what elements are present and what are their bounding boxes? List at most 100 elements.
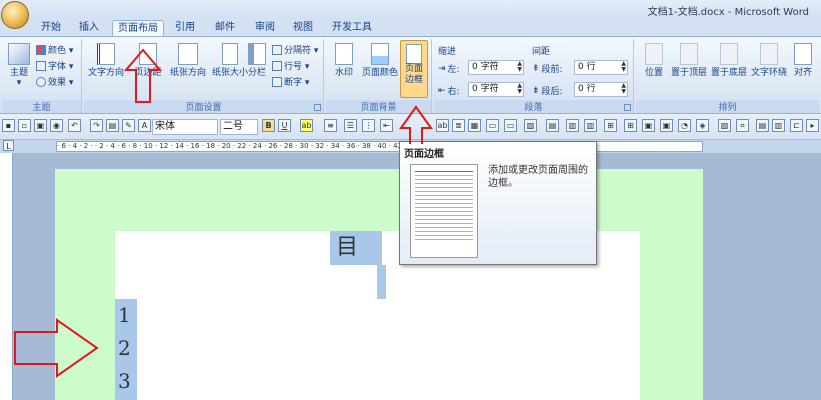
position-button[interactable]: 位置 bbox=[638, 43, 670, 78]
chart-icon[interactable]: ▣ bbox=[660, 119, 673, 132]
list-item: 3 bbox=[118, 369, 131, 393]
borders-icon[interactable]: ▦ bbox=[468, 119, 481, 132]
tab-developer[interactable]: 开发工具 bbox=[326, 20, 378, 36]
bullets-icon[interactable]: ☰ bbox=[344, 119, 357, 132]
align-objects-icon[interactable]: ⊏ bbox=[790, 119, 803, 132]
insert-table-icon[interactable]: ▭ bbox=[504, 119, 517, 132]
group-page-background: 水印 页面颜色 页面边框 页面背景 bbox=[326, 39, 432, 113]
group-label-arrange: 排列 bbox=[636, 100, 819, 113]
font-name-combo[interactable]: 宋体 bbox=[152, 119, 218, 135]
undo-icon[interactable]: ↶ bbox=[68, 119, 81, 132]
open-icon[interactable]: ▫ bbox=[18, 119, 31, 132]
orientation-button[interactable]: 纸张方向 bbox=[168, 43, 208, 78]
character-spacing-icon[interactable]: ≡ bbox=[324, 119, 337, 132]
spacing-after-input[interactable]: 0 行 ▲ ▼ bbox=[574, 82, 628, 97]
vertical-ruler[interactable] bbox=[0, 153, 13, 400]
shape-icon[interactable]: ◔ bbox=[678, 119, 691, 132]
office-button[interactable] bbox=[1, 1, 29, 29]
more-tools-icon[interactable]: ▸ bbox=[806, 119, 819, 132]
align-button[interactable]: 对齐 bbox=[790, 43, 816, 78]
table-icon[interactable]: ▭ bbox=[486, 119, 499, 132]
line-style-icon[interactable]: ▥ bbox=[772, 119, 785, 132]
text-wrapping-button[interactable]: 文字环绕 bbox=[750, 43, 788, 78]
page-borders-tooltip: 页面边框 添加或更改页面周围的边框。 bbox=[399, 141, 597, 265]
indent-right-input[interactable]: 0 字符 ▲ ▼ bbox=[468, 82, 524, 97]
tab-review[interactable]: 审阅 bbox=[248, 20, 282, 36]
position-icon bbox=[645, 43, 663, 65]
text-direction-button[interactable]: 文字方向 bbox=[86, 43, 126, 78]
page-color-button[interactable]: 页面颜色 bbox=[360, 43, 400, 78]
format-painter-icon[interactable]: ✎ bbox=[122, 119, 135, 132]
font-size-combo[interactable]: 二号 bbox=[220, 119, 258, 135]
tab-mailings[interactable]: 邮件 bbox=[208, 20, 242, 36]
page-borders-button[interactable]: 页面边框 bbox=[400, 40, 428, 98]
bold-button[interactable]: B bbox=[262, 119, 275, 132]
insert-row-icon[interactable]: ⊞ bbox=[624, 119, 637, 132]
text-direction-icon bbox=[97, 43, 115, 65]
tab-view[interactable]: 视图 bbox=[286, 20, 320, 36]
fill-color-icon[interactable]: ◈ bbox=[696, 119, 709, 132]
themes-button[interactable]: 主题 ▾ bbox=[4, 43, 34, 88]
theme-fonts-button[interactable]: 字体 ▾ bbox=[36, 59, 73, 72]
save-icon[interactable]: ▪ bbox=[2, 119, 15, 132]
underline-button[interactable]: U bbox=[278, 119, 291, 132]
indent-left-input[interactable]: 0 字符 ▲ ▼ bbox=[468, 60, 524, 75]
print-icon[interactable]: ▣ bbox=[34, 119, 47, 132]
horizontal-ruler[interactable]: · 6 · 4 · 2 · · 2 · 4 · 6 · 8 · 10 · 12 … bbox=[56, 141, 703, 152]
paste-icon[interactable]: ▤ bbox=[106, 119, 119, 132]
spinner-icon[interactable]: ▲ ▼ bbox=[517, 83, 522, 95]
print-preview-icon[interactable]: ◉ bbox=[50, 119, 63, 132]
spinner-icon[interactable]: ▲ ▼ bbox=[517, 61, 522, 73]
breaks-button[interactable]: 分隔符 ▾ bbox=[272, 43, 318, 56]
merge-cells-icon[interactable]: ▥ bbox=[566, 119, 579, 132]
numbering-icon[interactable]: ⋮ bbox=[362, 119, 375, 132]
picture-icon[interactable]: ▣ bbox=[642, 119, 655, 132]
indent-right-label: ⇤ 右: bbox=[438, 85, 460, 98]
spinner-icon[interactable]: ▲ ▼ bbox=[621, 83, 626, 95]
spacing-before-icon: ⇞ bbox=[532, 63, 540, 74]
selected-title-text[interactable]: 目 bbox=[330, 231, 382, 265]
selected-number-list[interactable]: 1 2 3 bbox=[115, 299, 137, 400]
theme-colors-button[interactable]: 颜色 ▾ bbox=[36, 43, 73, 56]
decrease-indent-icon[interactable]: ⇤ bbox=[380, 119, 393, 132]
selection-highlight bbox=[377, 265, 386, 299]
spacing-header: 间距 bbox=[532, 47, 551, 57]
image-icon[interactable]: ▨ bbox=[718, 119, 731, 132]
group-arrange: 位置 置于顶层 置于底层 文字环绕 对齐 排列 bbox=[636, 39, 819, 113]
bring-to-front-button[interactable]: 置于顶层 bbox=[670, 43, 708, 78]
theme-effects-button[interactable]: 效果 ▾ bbox=[36, 75, 73, 88]
chevron-down-icon: ▾ bbox=[16, 78, 22, 88]
paper-size-icon bbox=[222, 43, 238, 65]
tab-references[interactable]: 引用 bbox=[168, 20, 202, 36]
list-item: 1 bbox=[118, 303, 131, 327]
find-icon[interactable]: ab bbox=[436, 119, 449, 132]
send-to-back-button[interactable]: 置于底层 bbox=[710, 43, 748, 78]
hyphenation-button[interactable]: 断字 ▾ bbox=[272, 75, 309, 88]
font-style-icon[interactable]: A bbox=[138, 119, 151, 132]
spinner-icon[interactable]: ▲ ▼ bbox=[621, 61, 626, 73]
columns-button[interactable]: 分栏 bbox=[242, 43, 272, 78]
justify-icon[interactable]: ≣ bbox=[452, 119, 465, 132]
spacing-after-icon: ⇟ bbox=[532, 85, 540, 96]
paragraph-launcher-icon[interactable] bbox=[624, 104, 631, 111]
insert-column-icon[interactable]: ⊞ bbox=[604, 119, 617, 132]
title-bar: 文档1-文档.docx - Microsoft Word bbox=[0, 0, 821, 18]
delete-table-icon[interactable]: ▤ bbox=[546, 119, 559, 132]
draw-table-icon[interactable]: ▧ bbox=[524, 119, 537, 132]
redo-icon[interactable]: ↷ bbox=[90, 119, 103, 132]
wrap-icon[interactable]: ▤ bbox=[756, 119, 769, 132]
watermark-button[interactable]: 水印 bbox=[330, 43, 358, 78]
spacing-before-input[interactable]: 0 行 ▲ ▼ bbox=[574, 60, 628, 75]
tab-page-layout[interactable]: 页面布局 bbox=[112, 20, 164, 36]
margins-button[interactable]: 页边距 bbox=[130, 43, 166, 78]
fonts-icon bbox=[36, 60, 46, 71]
line-numbers-button[interactable]: 行号 ▾ bbox=[272, 59, 309, 72]
crop-icon[interactable]: ⌗ bbox=[736, 119, 749, 132]
split-cells-icon[interactable]: ▥ bbox=[584, 119, 597, 132]
tab-insert[interactable]: 插入 bbox=[72, 20, 106, 36]
tab-selector-icon[interactable]: L bbox=[3, 140, 14, 151]
tab-home[interactable]: 开始 bbox=[34, 20, 68, 36]
page-setup-launcher-icon[interactable] bbox=[314, 104, 321, 111]
tooltip-description: 添加或更改页面周围的边框。 bbox=[488, 165, 588, 189]
highlight-icon[interactable]: ab bbox=[300, 119, 313, 132]
